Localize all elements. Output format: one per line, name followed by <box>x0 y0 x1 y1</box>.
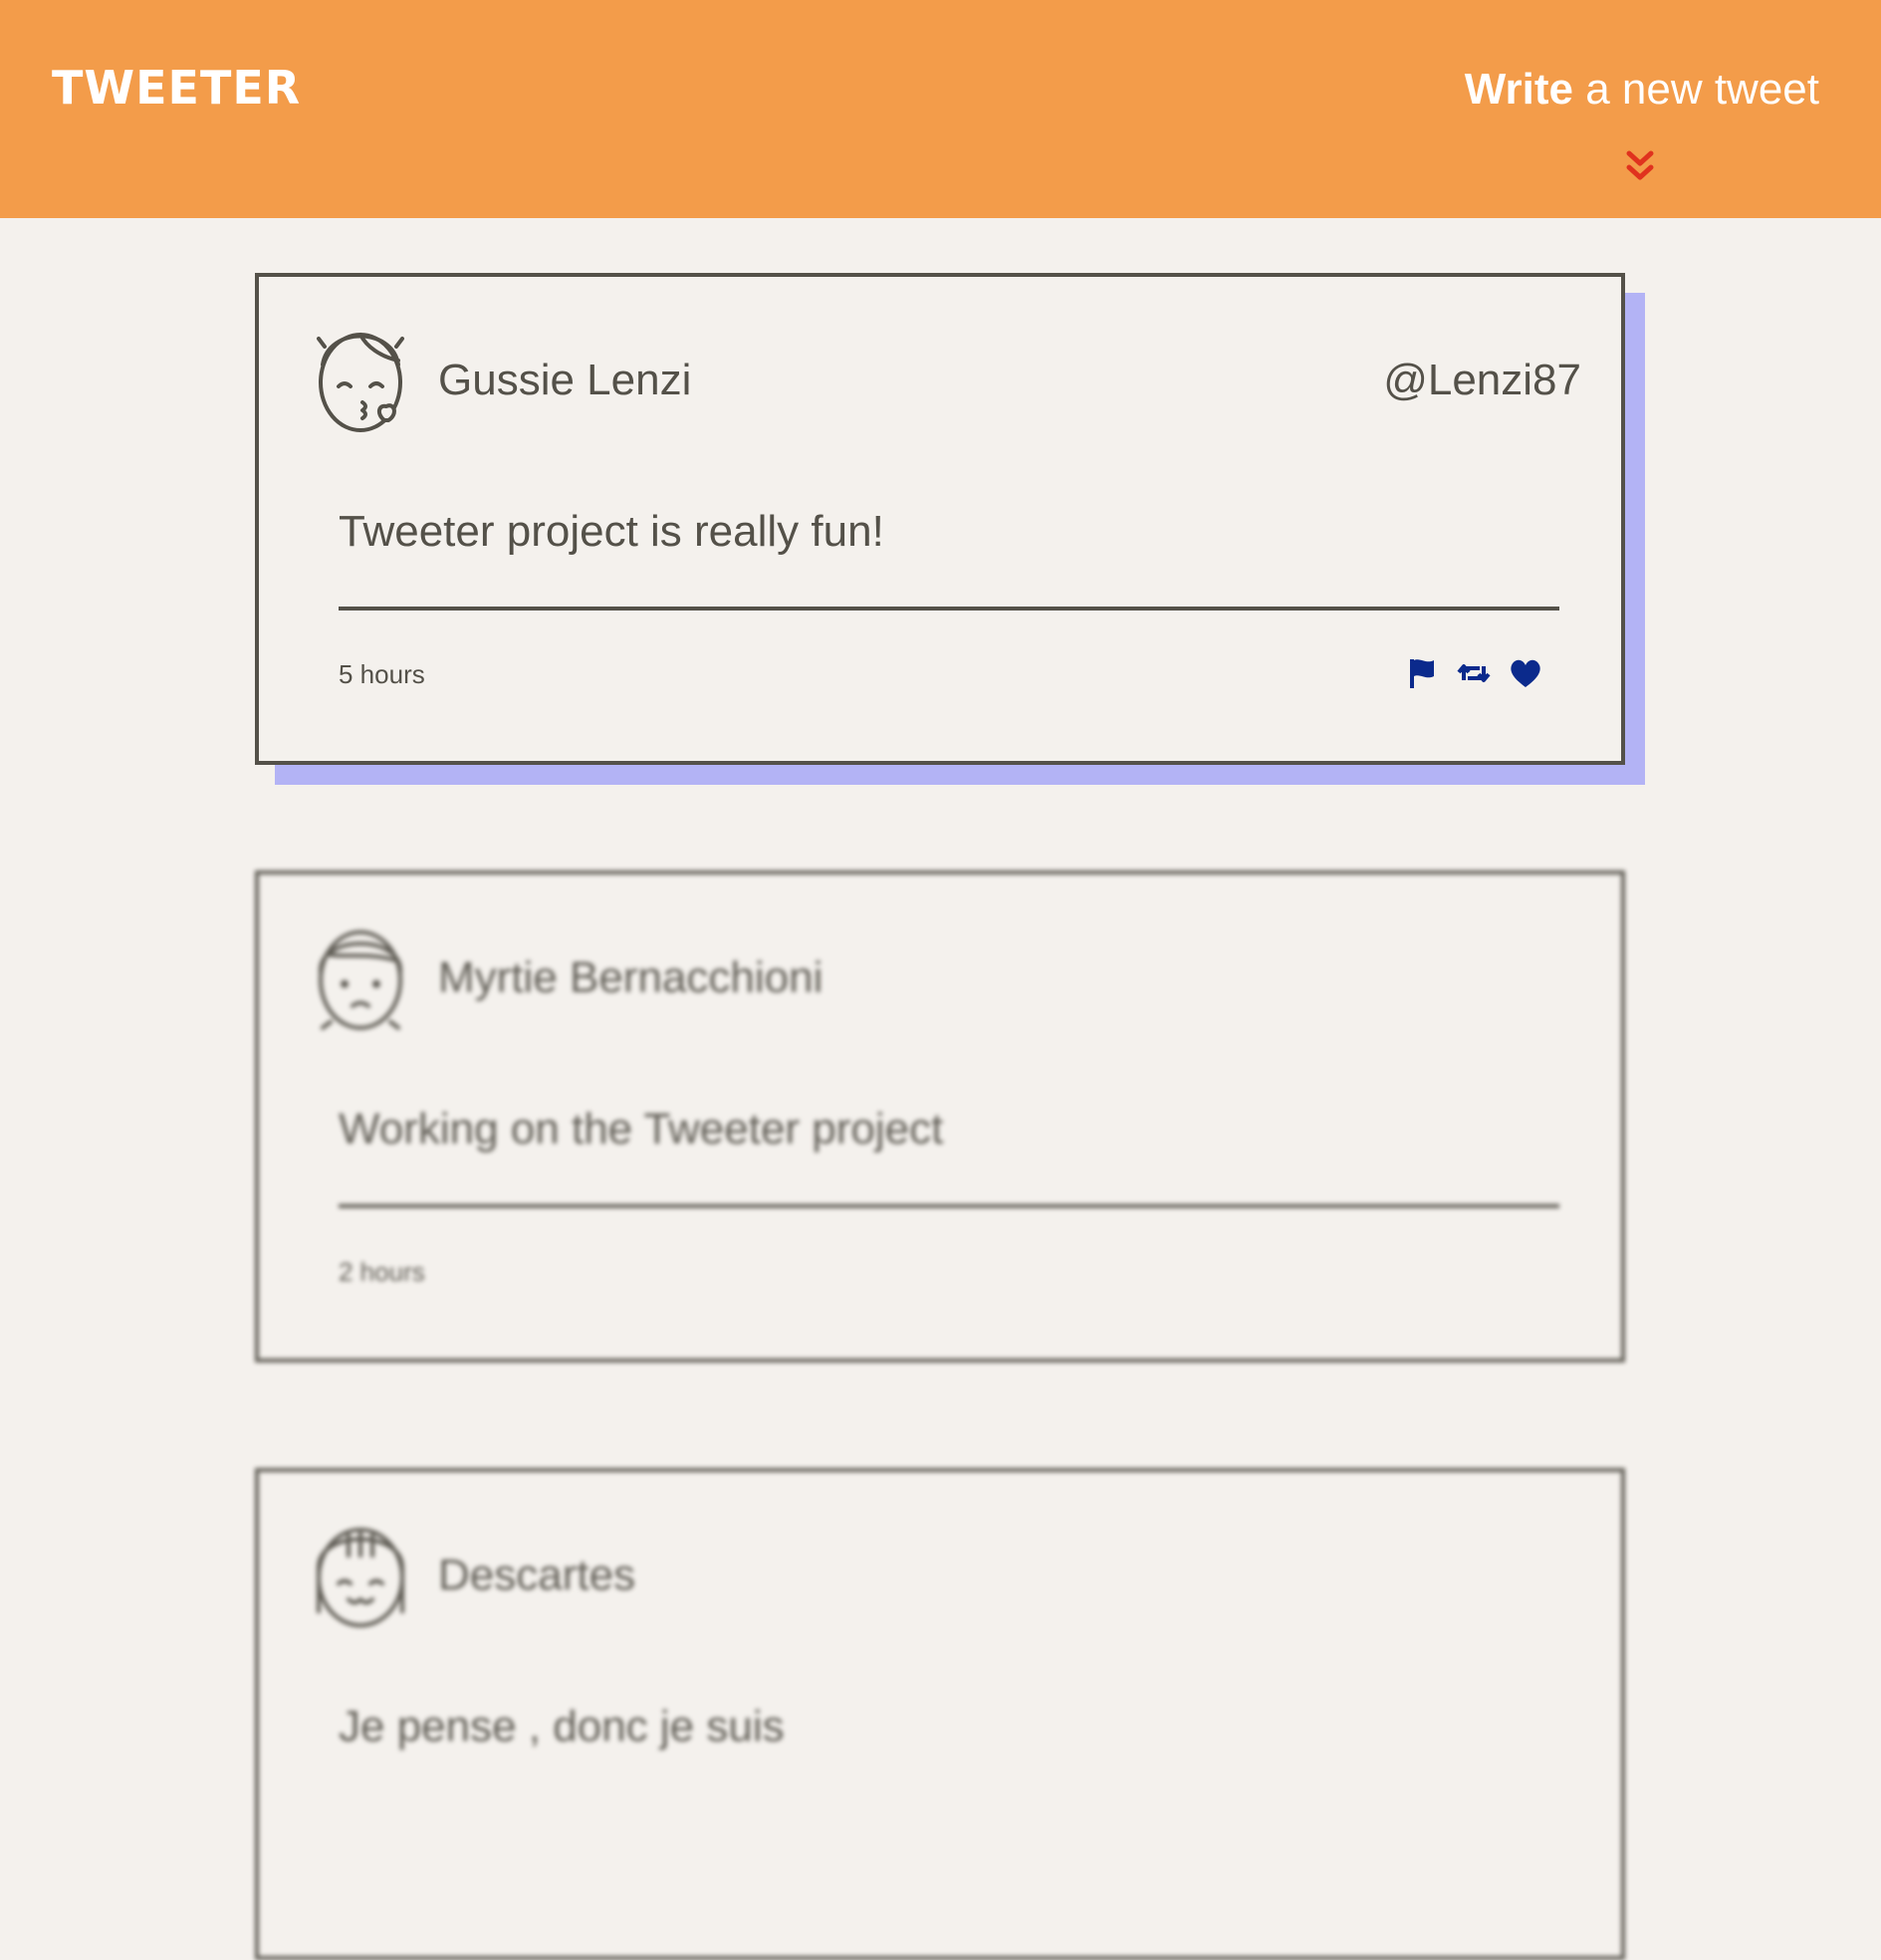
avatar <box>309 1512 412 1631</box>
avatar <box>309 317 412 436</box>
tweet-card[interactable]: Gussie Lenzi @Lenzi87 Tweeter project is… <box>255 273 1625 765</box>
tweet-card[interactable]: Myrtie Bernacchioni Working on the Tweet… <box>255 870 1625 1362</box>
app-logo[interactable]: TWEETER <box>52 62 301 114</box>
tweet-author-name: Gussie Lenzi <box>438 356 692 404</box>
tweet-divider <box>339 607 1559 611</box>
tweet-content: Working on the Tweeter project <box>339 1104 944 1153</box>
compose-label-strong: Write <box>1464 65 1573 114</box>
tweet-author-name: Descartes <box>438 1551 636 1599</box>
tweet-content: Je pense , donc je suis <box>339 1702 785 1751</box>
tweet-timestamp: 2 hours <box>339 1257 425 1287</box>
tweet-author-handle: @Lenzi87 <box>1383 356 1581 404</box>
compose-label-rest: a new tweet <box>1572 65 1819 114</box>
tweet-divider <box>339 1204 1559 1208</box>
double-chevron-down-icon[interactable] <box>1625 149 1655 183</box>
top-navbar: TWEETER Write a new tweet <box>0 0 1881 218</box>
heart-icon[interactable] <box>1508 656 1543 690</box>
avatar <box>309 914 412 1034</box>
flag-icon[interactable] <box>1404 656 1440 690</box>
tweet-timestamp: 5 hours <box>339 659 425 689</box>
compose-tweet-button[interactable]: Write a new tweet <box>1465 62 1819 118</box>
retweet-icon[interactable] <box>1456 656 1492 690</box>
tweet-actions <box>1404 656 1543 690</box>
tweet-author-name: Myrtie Bernacchioni <box>438 953 823 1002</box>
tweet-content: Tweeter project is really fun! <box>339 507 884 556</box>
tweet-card[interactable]: Descartes Je pense , donc je suis <box>255 1468 1625 1960</box>
